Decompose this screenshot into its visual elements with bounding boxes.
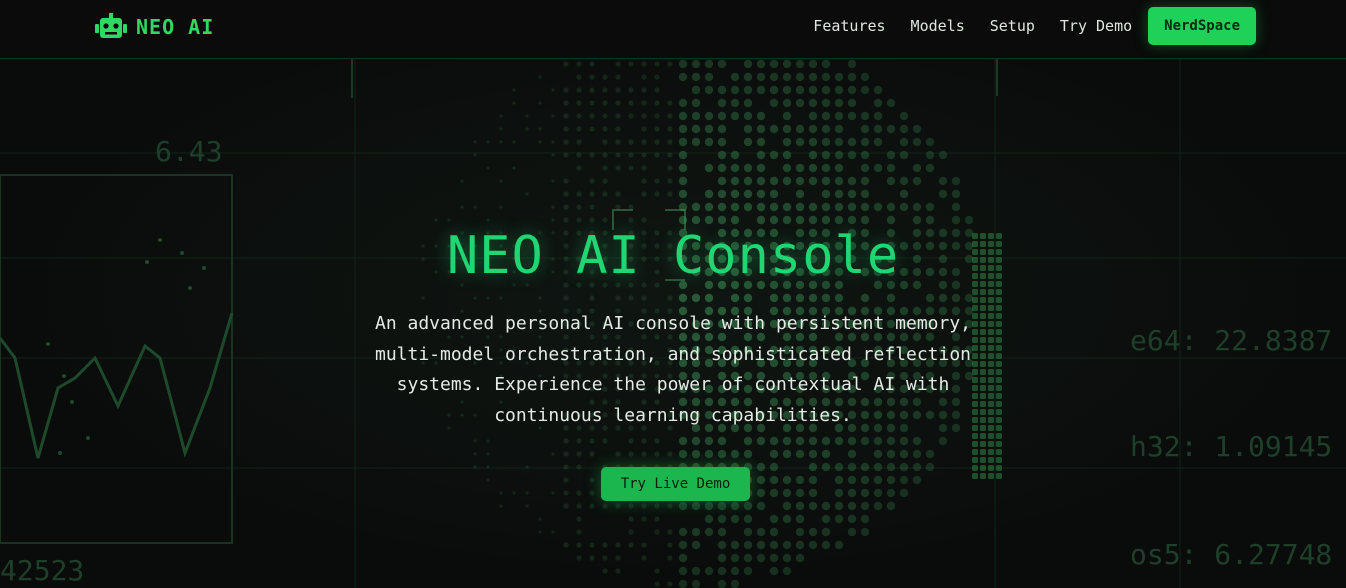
try-live-demo-button[interactable]: Try Live Demo — [601, 467, 750, 501]
hero-title: NEO AI Console — [446, 226, 900, 286]
nerdspace-button[interactable]: NerdSpace — [1148, 7, 1256, 45]
nav-link-models[interactable]: Models — [911, 17, 965, 35]
navbar: NEO AI Features Models Setup Try Demo Ne… — [0, 0, 1346, 59]
brand-name: NEO AI — [136, 15, 215, 39]
hero-section: NEO AI Console An advanced personal AI c… — [0, 58, 1346, 588]
nav-link-setup[interactable]: Setup — [990, 17, 1035, 35]
brand[interactable]: NEO AI — [95, 13, 214, 41]
hero-description: An advanced personal AI console with per… — [374, 313, 972, 426]
nav-link-features[interactable]: Features — [813, 17, 885, 35]
nav-links: Features Models Setup Try Demo NerdSpace — [788, 7, 1256, 45]
landing-page: 6.43 42523 e64: 22.8387 h32: 1.09145 os5… — [0, 0, 1346, 588]
nav-link-try-demo[interactable]: Try Demo — [1060, 17, 1132, 35]
robot-icon — [95, 13, 127, 38]
